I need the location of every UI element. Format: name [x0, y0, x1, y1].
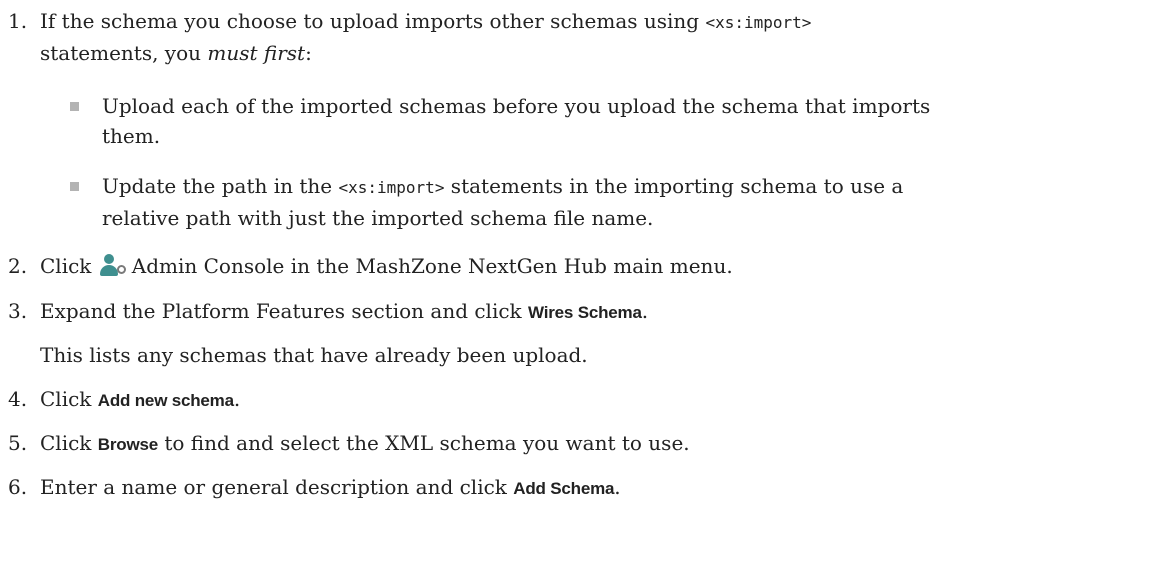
step-line: statements, you must first: [40, 38, 1154, 68]
step-text-segment: . [614, 475, 621, 499]
bullet-text-segment: Update the path in the [102, 174, 339, 198]
step-text-segment: Expand the Platform Features section and… [40, 299, 529, 323]
step-text-segment: statements, you [40, 41, 208, 65]
step-text-segment: to find and select the XML schema you wa… [158, 431, 690, 455]
admin-console-icon [98, 253, 128, 277]
bullet-item: Update the path in the <xs:import> state… [70, 171, 1154, 233]
step-text: Enter a name or general description and … [40, 472, 1154, 504]
square-bullet-icon [70, 182, 79, 191]
step-text-segment: Enter a name or general description and … [40, 475, 514, 499]
step-text: Expand the Platform Features section and… [40, 296, 1154, 328]
step-text-segment: : [305, 41, 312, 65]
step-text-segment: If the schema you choose to upload impor… [40, 9, 706, 33]
step-number: 6. [8, 475, 28, 499]
step-line: If the schema you choose to upload impor… [40, 6, 1154, 38]
square-bullet-icon [70, 102, 79, 111]
step-text: Click Add new schema. [40, 384, 1154, 416]
step-number: 1. [8, 9, 28, 33]
ui-label-add-schema: Add Schema [513, 479, 615, 498]
step-note-text: This lists any schemas that have already… [40, 343, 588, 367]
code-snippet: <xs:import> [338, 178, 445, 197]
step-text-segment: Click [40, 254, 98, 278]
ui-label-add-new-schema: Add new schema [97, 391, 234, 410]
step-text-segment: . [641, 299, 649, 323]
bullet-line: them. [102, 124, 161, 148]
emphasis-text: must first [207, 41, 306, 65]
code-snippet: <xs:import> [705, 13, 812, 32]
person-body-shape [99, 265, 118, 276]
bullet-text-segment: statements in the importing schema to us… [444, 174, 904, 198]
step-number: 2. [8, 254, 28, 278]
step-number: 5. [8, 431, 28, 455]
step-text-segment: Admin Console in the MashZone NextGen Hu… [131, 254, 733, 278]
ui-label-wires-schema: Wires Schema [528, 303, 642, 322]
step-text: If the schema you choose to upload impor… [40, 6, 1154, 68]
bullet-line: Upload each of the imported schemas befo… [102, 94, 931, 118]
bullet-line: Update the path in the <xs:import> state… [102, 171, 1154, 203]
step-text: Click Browse to find and select the XML … [40, 428, 1154, 460]
step-number: 4. [8, 387, 28, 411]
ui-label-browse: Browse [97, 435, 158, 454]
step-text: Click Admin Console in the MashZone Next… [40, 251, 1154, 281]
instruction-document: 1. If the schema you choose to upload im… [0, 0, 1162, 567]
bullet-line: relative path with just the imported sch… [102, 206, 654, 230]
person-head-shape [103, 254, 114, 264]
step-text-segment: . [233, 387, 241, 411]
gear-icon [116, 265, 126, 274]
bullet-item: Upload each of the imported schemas befo… [70, 91, 1154, 151]
step-number: 3. [8, 299, 28, 323]
step-text-segment: Click [40, 431, 98, 455]
step-text-segment: Click [40, 387, 98, 411]
